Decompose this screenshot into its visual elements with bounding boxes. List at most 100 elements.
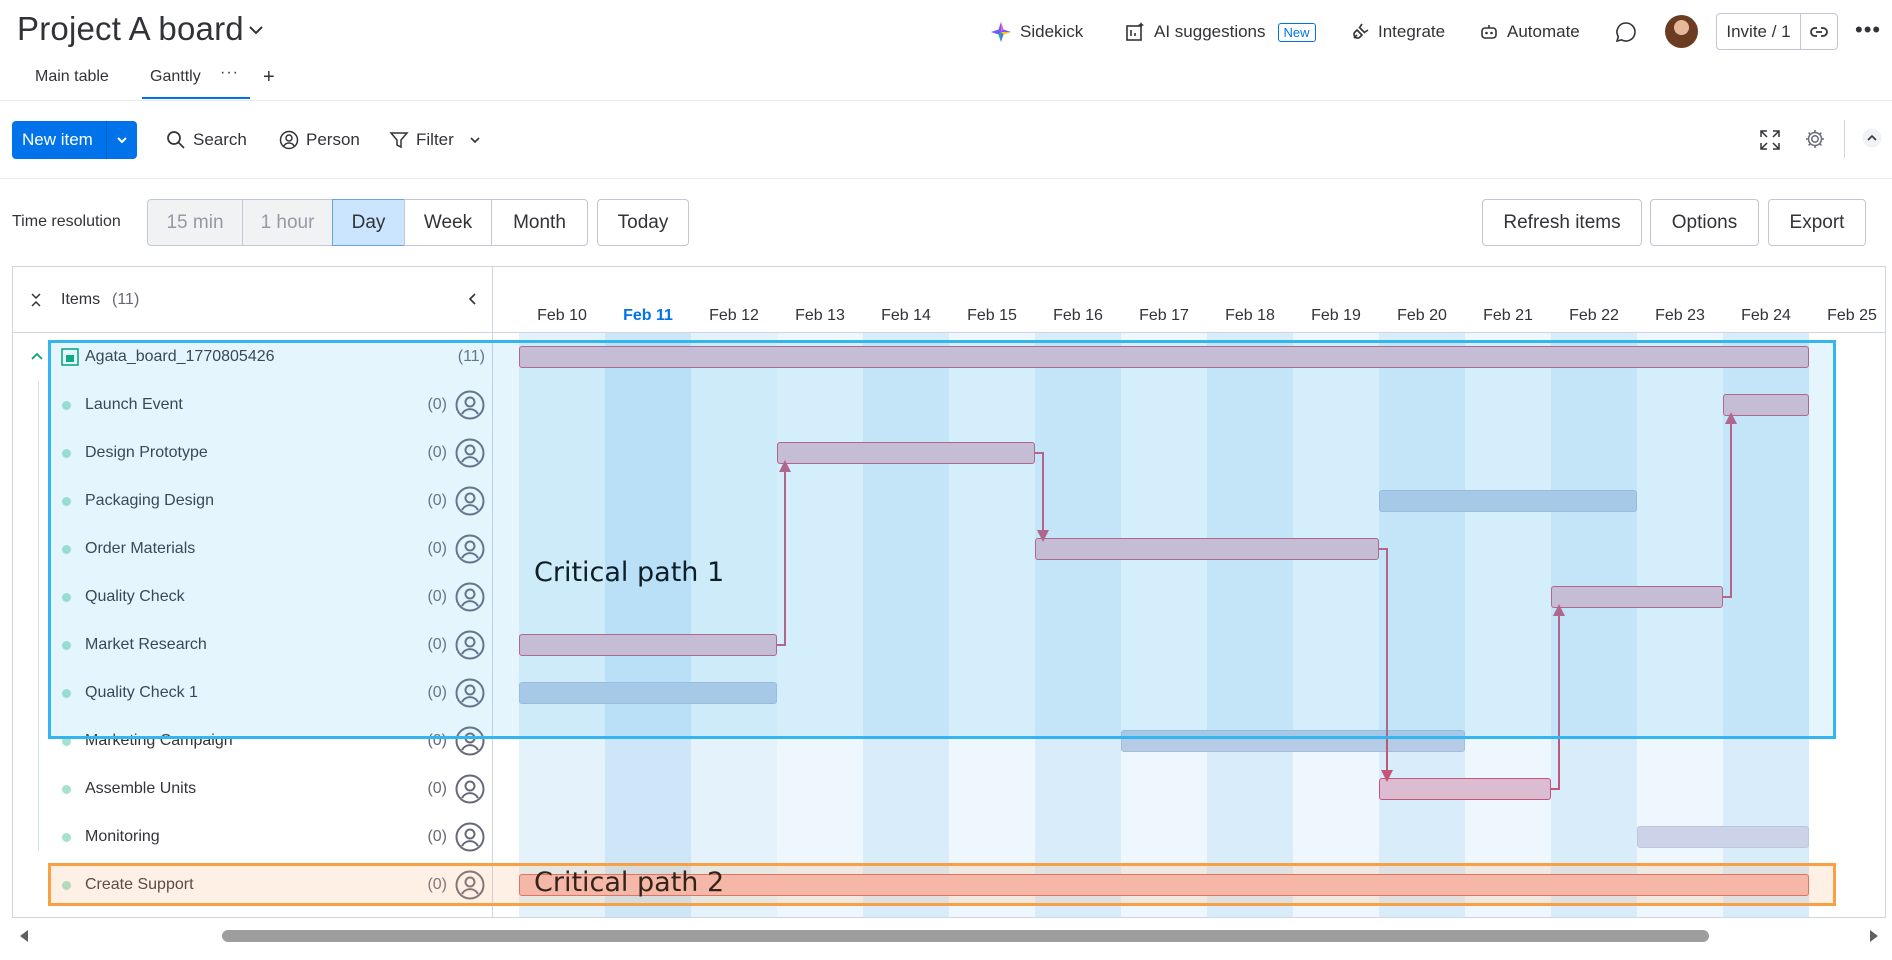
chat-bubble-icon[interactable] [1614,20,1638,44]
dependency-arrow [1723,412,1737,598]
item-name: Assemble Units [85,780,197,797]
refresh-items-button[interactable]: Refresh items [1482,199,1642,246]
item-row[interactable]: Monitoring (0) [13,813,493,861]
item-count: (0) [427,540,447,557]
collapse-up-icon[interactable] [1862,128,1882,148]
resolution-month[interactable]: Month [491,199,588,246]
person-avatar-icon[interactable] [455,534,485,564]
automate-button[interactable]: Automate [1479,18,1580,46]
item-count: (0) [427,492,447,509]
scroll-left-icon[interactable] [18,929,30,943]
item-row[interactable]: Marketing Campaign (0) [13,717,493,765]
new-item-button[interactable]: New item [12,121,137,159]
item-name: Market Research [85,636,207,653]
board-icon [61,348,79,366]
item-count: (0) [427,588,447,605]
filter-button[interactable]: Filter [389,128,483,152]
filter-icon [389,132,409,149]
divider [0,100,1892,101]
status-dot [62,736,71,746]
items-title: Items [61,290,101,308]
person-avatar-icon[interactable] [455,390,485,420]
sparkle-icon [991,22,1011,42]
status-dot [62,448,71,458]
automate-label: Automate [1507,22,1580,41]
search-label: Search [193,130,247,149]
chevron-down-icon[interactable] [246,20,266,40]
item-name: Quality Check 1 [85,684,198,701]
new-item-label: New item [22,130,93,149]
invite-button[interactable]: Invite / 1 [1716,13,1801,50]
item-row[interactable]: Quality Check 1 (0) [13,669,493,717]
resolution-week[interactable]: Week [404,199,492,246]
resolution-day[interactable]: Day [332,199,405,246]
item-row[interactable]: Order Materials (0) [13,525,493,573]
fullscreen-icon[interactable] [1759,129,1781,151]
link-icon [1810,26,1828,37]
ai-suggestions-button[interactable]: AI suggestions New [1124,18,1316,46]
export-button[interactable]: Export [1768,199,1866,246]
divider [0,178,1892,179]
person-avatar-icon[interactable] [455,870,485,900]
dependency-arrow [1035,452,1049,542]
toolbar-divider [1844,120,1845,158]
status-dot [62,496,71,506]
horizontal-scrollbar[interactable] [12,926,1886,946]
item-name: Packaging Design [85,492,214,509]
person-avatar-icon[interactable] [455,822,485,852]
scrollbar-thumb[interactable] [222,930,1709,942]
person-avatar-icon[interactable] [455,582,485,612]
item-row[interactable]: Launch Event (0) [13,381,493,429]
status-dot [62,880,71,890]
person-avatar-icon[interactable] [455,678,485,708]
item-row[interactable]: Market Research (0) [13,621,493,669]
item-row[interactable]: Design Prototype (0) [13,429,493,477]
item-row[interactable]: Quality Check (0) [13,573,493,621]
status-dot [62,400,71,410]
item-row[interactable]: Assemble Units (0) [13,765,493,813]
item-row[interactable]: Packaging Design (0) [13,477,493,525]
collapse-all-icon[interactable] [27,291,45,309]
status-dot [62,592,71,602]
user-avatar[interactable] [1665,15,1698,48]
more-options-icon[interactable]: ••• [1855,17,1881,43]
scroll-right-icon[interactable] [1868,929,1880,943]
person-avatar-icon[interactable] [455,774,485,804]
group-row[interactable]: Agata_board_1770805426 (11) [13,333,493,381]
items-header: Items (11) [13,267,493,333]
search-button[interactable]: Search [166,128,247,152]
integrate-button[interactable]: Integrate [1350,18,1445,46]
person-filter-button[interactable]: Person [279,128,360,152]
collapse-pane-icon[interactable] [465,291,481,307]
board-title[interactable]: Project A board [17,10,244,48]
chevron-up-icon[interactable] [29,349,45,365]
item-name: Launch Event [85,396,183,413]
item-name: Create Support [85,876,194,893]
person-avatar-icon[interactable] [455,630,485,660]
sidekick-button[interactable]: Sidekick [990,18,1083,46]
add-view-button[interactable]: + [263,66,275,89]
tab-main-table[interactable]: Main table [35,68,109,86]
group-count: (11) [457,348,485,365]
person-avatar-icon[interactable] [455,486,485,516]
status-dot [62,784,71,794]
timeline-area: 9 Feb 10Feb 11Feb 12Feb 13Feb 14Feb 15Fe… [493,267,1885,917]
options-button[interactable]: Options [1650,199,1759,246]
status-dot [62,688,71,698]
today-button[interactable]: Today [597,199,689,246]
resolution-15-min[interactable]: 15 min [147,199,243,246]
status-dot [62,544,71,554]
person-avatar-icon[interactable] [455,726,485,756]
person-avatar-icon[interactable] [455,438,485,468]
new-item-dropdown-icon[interactable] [107,133,137,147]
tab-ganttly[interactable]: Ganttly [150,68,201,86]
item-row[interactable]: Create Support (0) [13,861,493,909]
settings-gear-icon[interactable] [1804,128,1826,150]
chevron-down-icon[interactable] [467,132,483,148]
item-name: Marketing Campaign [85,732,233,749]
robot-icon [1481,25,1497,39]
tab-menu-icon[interactable]: ··· [220,64,239,82]
item-name: Design Prototype [85,444,208,461]
resolution-1-hour[interactable]: 1 hour [242,199,333,246]
copy-link-button[interactable] [1800,13,1838,50]
